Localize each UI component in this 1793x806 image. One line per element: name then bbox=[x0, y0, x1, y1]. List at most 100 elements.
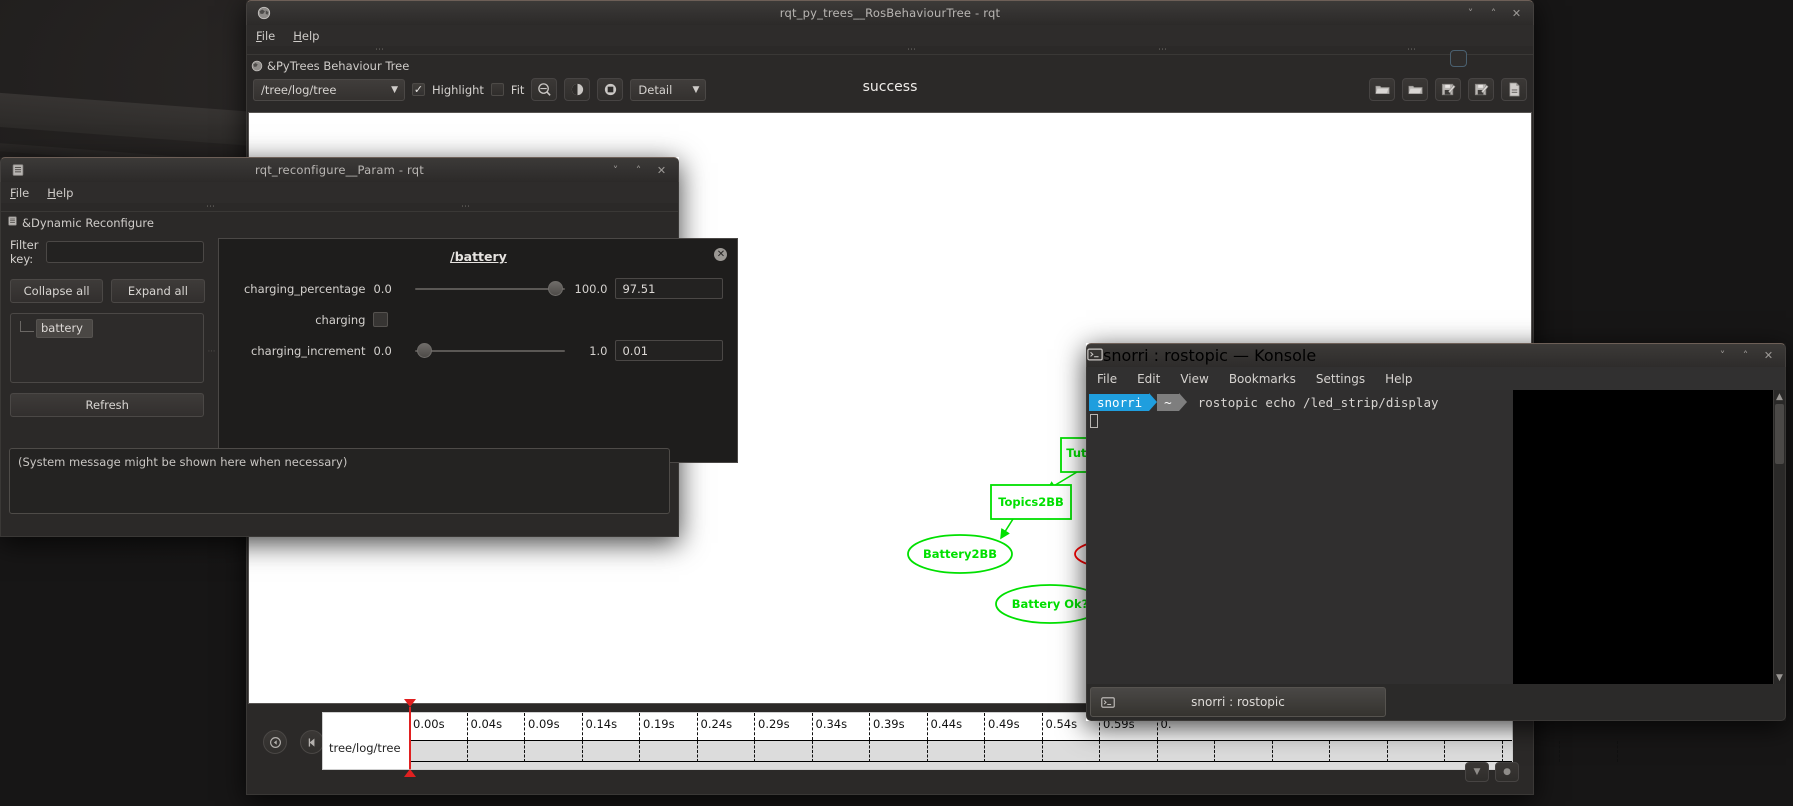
timeline-tick: 0.44s bbox=[927, 713, 928, 740]
konsole-scrollbar[interactable]: ▲ ▼ bbox=[1773, 390, 1785, 684]
highlight-checkbox[interactable]: ✓ bbox=[412, 83, 425, 96]
close-icon[interactable]: ✕ bbox=[651, 162, 672, 179]
konsole-menu-bookmarks[interactable]: Bookmarks bbox=[1219, 369, 1306, 389]
close-icon[interactable]: ✕ bbox=[1758, 347, 1779, 364]
rqt-reconfigure-titlebar[interactable]: rqt_reconfigure__Param - rqt ˅ ˄ ✕ bbox=[0, 157, 679, 182]
close-icon[interactable]: ✕ bbox=[1506, 5, 1527, 22]
menu-help[interactable]: Help bbox=[284, 27, 328, 45]
konsole-titlebar[interactable]: snorri : rostopic — Konsole ˅ ˄ ✕ bbox=[1086, 343, 1786, 367]
menu-file[interactable]: File bbox=[1, 184, 38, 202]
previous-icon-button[interactable] bbox=[263, 730, 287, 754]
timeline-tick-label: 0.09s bbox=[528, 717, 560, 731]
collapse-all-button[interactable]: Collapse all bbox=[10, 279, 103, 303]
rqt-reconfigure-window-controls[interactable]: ˅ ˄ ✕ bbox=[605, 162, 678, 179]
maximize-icon[interactable]: ˄ bbox=[1735, 347, 1756, 364]
charging-percentage-value[interactable]: 97.51 bbox=[615, 278, 723, 299]
konsole-menu-file[interactable]: File bbox=[1087, 369, 1127, 389]
rqt-main-menubar[interactable]: File Help bbox=[246, 25, 1534, 46]
konsole-window-controls[interactable]: ˅ ˄ ✕ bbox=[1712, 347, 1785, 364]
scroll-down-icon[interactable]: ▼ bbox=[1774, 671, 1785, 684]
timeline-menu-icon-button[interactable]: ● bbox=[1495, 762, 1519, 782]
timeline-rows[interactable] bbox=[409, 740, 1512, 769]
rqt-reconfigure-window[interactable]: rqt_reconfigure__Param - rqt ˅ ˄ ✕ File … bbox=[0, 157, 679, 537]
rqt-main-titlebar[interactable]: rqt_py_trees__RosBehaviourTree - rqt ˅ ˄… bbox=[246, 0, 1534, 25]
minimize-icon[interactable]: ˅ bbox=[1460, 5, 1481, 22]
konsole-terminal[interactable]: snorri ~ rostopic echo /led_strip/displa… bbox=[1086, 390, 1786, 684]
reconfigure-splitter[interactable]: ⋮ bbox=[204, 238, 218, 463]
document-list-icon bbox=[7, 163, 29, 177]
tree-item-label[interactable]: battery bbox=[36, 319, 93, 338]
save-as-2-button[interactable] bbox=[1468, 78, 1494, 101]
parameter-tree[interactable]: battery bbox=[10, 313, 204, 383]
maximize-icon[interactable]: ˄ bbox=[628, 162, 649, 179]
export-document-button[interactable] bbox=[1501, 78, 1527, 101]
maximize-plugin-button[interactable] bbox=[1450, 50, 1467, 67]
parameter-group-panel: ✕ /battery charging_percentage 0.0 100.0… bbox=[218, 238, 738, 463]
save-as-button[interactable] bbox=[1435, 78, 1461, 101]
timeline-track[interactable]: 0.00s0.04s0.09s0.14s0.19s0.24s0.29s0.34s… bbox=[409, 713, 1512, 769]
slider-rail bbox=[415, 350, 565, 352]
konsole-tab-label: snorri : rostopic bbox=[1091, 695, 1385, 709]
menu-file[interactable]: File bbox=[247, 27, 284, 45]
slider-knob[interactable] bbox=[417, 343, 432, 358]
detail-combo-wrap[interactable]: Detail ▼ bbox=[630, 79, 706, 101]
prompt-arrow-2-icon bbox=[1179, 393, 1187, 411]
konsole-menu-help[interactable]: Help bbox=[1375, 369, 1422, 389]
param-max: 1.0 bbox=[573, 344, 607, 358]
fit-label: Fit bbox=[511, 83, 524, 97]
menu-file-label-rest: ile bbox=[262, 29, 275, 43]
timeline-playhead[interactable] bbox=[409, 707, 411, 769]
timeline-tick-label: 0.29s bbox=[758, 717, 790, 731]
detail-combo[interactable]: Detail bbox=[630, 79, 706, 101]
charging-checkbox[interactable] bbox=[373, 312, 388, 327]
rqt-main-title: rqt_py_trees__RosBehaviourTree - rqt bbox=[247, 6, 1533, 20]
rewind-icon-button[interactable] bbox=[300, 730, 324, 754]
rqt-reconfigure-body: &Dynamic Reconfigure Filter key: Collaps… bbox=[0, 212, 679, 537]
topic-combo-wrap[interactable]: /tree/log/tree ▼ bbox=[253, 79, 405, 101]
open-folder-2-button[interactable] bbox=[1402, 78, 1428, 101]
konsole-menu-settings[interactable]: Settings bbox=[1306, 369, 1375, 389]
slider-knob[interactable] bbox=[548, 281, 563, 296]
konsole-menu-edit[interactable]: Edit bbox=[1127, 369, 1170, 389]
timeline-right-buttons[interactable]: ▼ ● bbox=[1465, 762, 1519, 782]
konsole-tab-rostopic[interactable]: snorri : rostopic bbox=[1090, 687, 1386, 717]
timeline-tick-label: 0.39s bbox=[873, 717, 905, 731]
collapse-expand-row: Collapse all Expand all bbox=[10, 279, 204, 303]
timeline-collapse-icon-button[interactable]: ▼ bbox=[1465, 762, 1489, 782]
konsole-terminal-text-area[interactable]: snorri ~ rostopic echo /led_strip/displa… bbox=[1087, 390, 1513, 684]
stop-icon-button[interactable] bbox=[597, 78, 623, 101]
scroll-up-icon[interactable]: ▲ bbox=[1774, 390, 1785, 403]
filter-key-input[interactable] bbox=[46, 241, 204, 263]
scrollbar-thumb[interactable] bbox=[1775, 404, 1784, 464]
konsole-tabbar[interactable]: snorri : rostopic bbox=[1086, 684, 1786, 721]
minimize-icon[interactable]: ˅ bbox=[1712, 347, 1733, 364]
param-row-charging: charging bbox=[233, 312, 723, 327]
tree-node-label: Topics2BB bbox=[998, 495, 1064, 509]
zoom-icon-button[interactable] bbox=[531, 78, 557, 101]
charging-percentage-slider[interactable] bbox=[415, 281, 565, 297]
timeline-tick-label: 0.49s bbox=[988, 717, 1020, 731]
timeline-gridline bbox=[467, 741, 468, 762]
konsole-window[interactable]: snorri : rostopic — Konsole ˅ ˄ ✕ File E… bbox=[1086, 343, 1786, 721]
topic-combo[interactable]: /tree/log/tree bbox=[253, 79, 405, 101]
timeline-tick-label: 0.34s bbox=[816, 717, 848, 731]
expand-all-button[interactable]: Expand all bbox=[111, 279, 204, 303]
param-min: 0.0 bbox=[373, 282, 407, 296]
rqt-main-window-controls[interactable]: ˅ ˄ ✕ bbox=[1460, 5, 1533, 22]
rqt-reconfigure-menubar[interactable]: File Help bbox=[0, 182, 679, 203]
konsole-menubar[interactable]: File Edit View Bookmarks Settings Help bbox=[1086, 367, 1786, 390]
maximize-icon[interactable]: ˄ bbox=[1483, 5, 1504, 22]
fit-checkbox[interactable] bbox=[491, 83, 504, 96]
tree-item-battery[interactable]: battery bbox=[15, 319, 199, 338]
plugin-title: &PyTrees Behaviour Tree bbox=[267, 59, 409, 73]
charging-increment-slider[interactable] bbox=[415, 343, 565, 359]
charging-increment-value[interactable]: 0.01 bbox=[615, 340, 723, 361]
minimize-icon[interactable]: ˅ bbox=[605, 162, 626, 179]
timeline-gridline bbox=[1444, 741, 1445, 762]
open-folder-button[interactable] bbox=[1369, 78, 1395, 101]
menu-help[interactable]: Help bbox=[38, 184, 82, 202]
play-icon-button[interactable] bbox=[564, 78, 590, 101]
konsole-menu-view[interactable]: View bbox=[1170, 369, 1218, 389]
refresh-button[interactable]: Refresh bbox=[10, 393, 204, 417]
close-group-icon[interactable]: ✕ bbox=[714, 248, 727, 261]
